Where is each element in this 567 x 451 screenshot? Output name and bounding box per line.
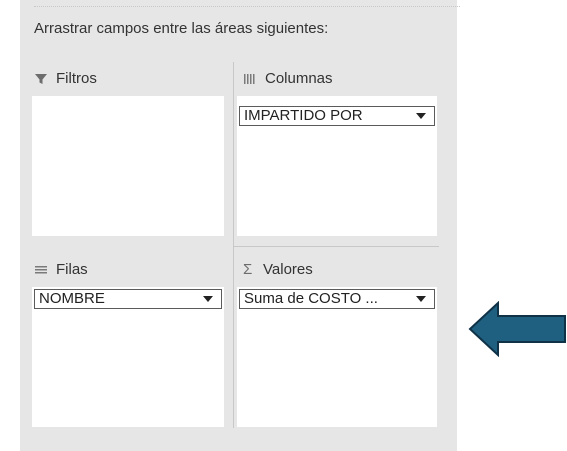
columns-icon: [243, 72, 257, 86]
sigma-icon: Σ: [243, 260, 253, 278]
field-chip-nombre[interactable]: NOMBRE: [34, 289, 222, 309]
rows-icon: [34, 263, 48, 277]
chevron-down-icon[interactable]: [416, 296, 426, 302]
filter-icon: [34, 72, 48, 86]
filters-area-header: Filtros: [34, 70, 97, 87]
field-chip-label: Suma de COSTO ...: [244, 290, 378, 307]
columns-drop-area[interactable]: IMPARTIDO POR: [237, 96, 437, 236]
values-drop-area[interactable]: Suma de COSTO ...: [237, 287, 437, 427]
field-chip-label: NOMBRE: [39, 290, 105, 307]
field-chip-impartido-por[interactable]: IMPARTIDO POR: [239, 106, 435, 126]
field-chip-label: IMPARTIDO POR: [244, 107, 363, 124]
pane-top-divider: [34, 6, 460, 7]
rows-drop-area[interactable]: NOMBRE: [32, 287, 224, 427]
drag-fields-instructions: Arrastrar campos entre las áreas siguien…: [34, 20, 329, 37]
filters-drop-area[interactable]: [32, 96, 224, 236]
rows-area-label: Filas: [56, 261, 88, 278]
left-arrow-icon: [468, 301, 566, 357]
area-horizontal-divider: [233, 246, 439, 247]
filters-area-label: Filtros: [56, 70, 97, 87]
area-vertical-divider: [233, 62, 234, 428]
columns-area-label: Columnas: [265, 70, 333, 87]
chevron-down-icon[interactable]: [416, 113, 426, 119]
values-area-header: Σ Valores: [243, 261, 313, 278]
rows-area-header: Filas: [34, 261, 88, 278]
field-chip-suma-costo[interactable]: Suma de COSTO ...: [239, 289, 435, 309]
values-area-label: Valores: [263, 261, 313, 278]
columns-area-header: Columnas: [243, 70, 333, 87]
chevron-down-icon[interactable]: [203, 296, 213, 302]
